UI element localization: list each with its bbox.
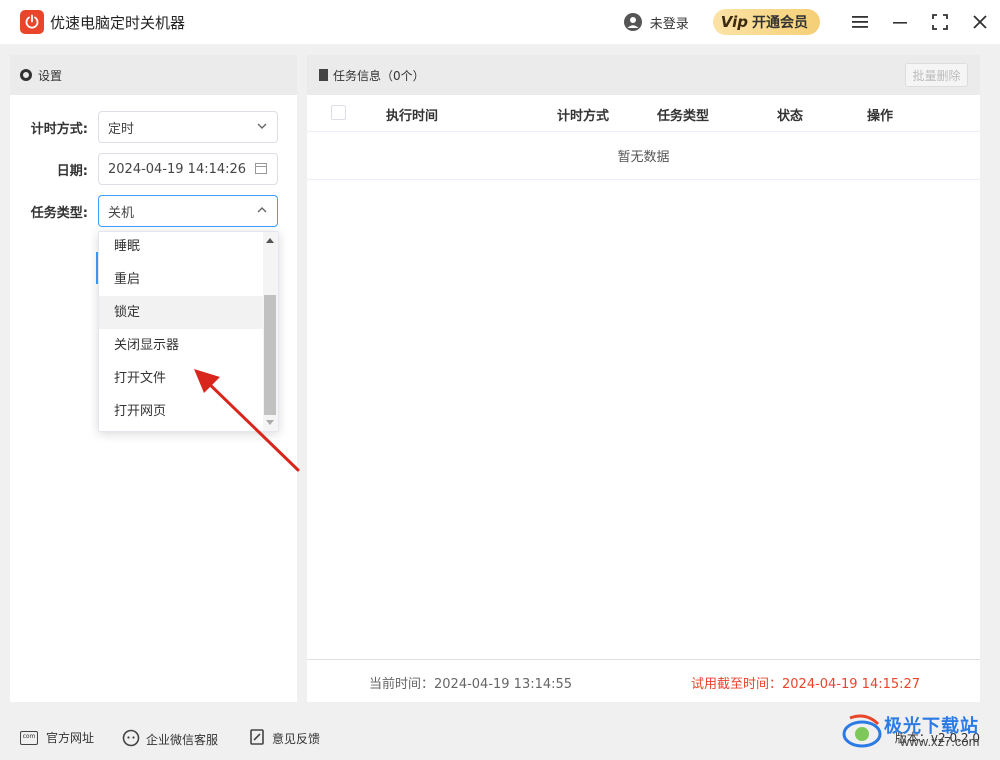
settings-header: 设置 bbox=[10, 55, 297, 95]
trial-expiry: 试用截至时间：2024-04-19 14:15:27 bbox=[691, 677, 921, 692]
watermark-site: www.xz7.com bbox=[900, 734, 980, 749]
feedback-link[interactable]: 意见反馈 bbox=[250, 729, 320, 748]
chevron-up-icon bbox=[257, 204, 267, 218]
scroll-up-icon[interactable] bbox=[266, 238, 274, 243]
task-header: 任务信息（0个） 批量删除 bbox=[307, 55, 980, 95]
col-actions: 操作 bbox=[867, 109, 894, 124]
date-picker[interactable]: 2024-04-19 14:14:26 bbox=[98, 153, 278, 185]
dropdown-option-sleep[interactable]: 睡眠 bbox=[99, 230, 264, 263]
annotation-arrow-icon bbox=[194, 369, 300, 472]
task-title: 任务信息（0个） bbox=[333, 68, 425, 83]
wechat-icon bbox=[122, 729, 140, 750]
user-icon bbox=[623, 13, 642, 31]
vip-label: 开通会员 bbox=[752, 15, 808, 31]
vip-button[interactable]: Vip 开通会员 bbox=[712, 9, 820, 35]
calendar-icon bbox=[255, 162, 267, 177]
website-icon: com bbox=[20, 730, 38, 745]
app-title: 优速电脑定时关机器 bbox=[50, 13, 186, 32]
task-panel: 任务信息（0个） 批量删除 执行时间 计时方式 任务类型 状态 操作 暂无数据 … bbox=[307, 55, 980, 702]
timing-value: 定时 bbox=[108, 121, 135, 137]
dropdown-option-lock[interactable]: 锁定 bbox=[99, 296, 264, 329]
wechat-label: 企业微信客服 bbox=[146, 733, 219, 747]
watermark: 极光下载站 www.xz7.com bbox=[838, 706, 998, 760]
task-footer: 当前时间：2024-04-19 13:14:55 试用截至时间：2024-04-… bbox=[307, 659, 980, 702]
timing-label: 计时方式: bbox=[30, 121, 88, 137]
maximize-icon[interactable] bbox=[920, 0, 960, 44]
wechat-service-link[interactable]: 企业微信客服 bbox=[122, 729, 218, 750]
batch-delete-button[interactable]: 批量删除 bbox=[905, 63, 968, 87]
login-button[interactable]: 未登录 bbox=[623, 13, 689, 32]
task-type-row: 任务类型: 关机 bbox=[10, 195, 297, 227]
date-value: 2024-04-19 14:14:26 bbox=[108, 161, 247, 177]
col-timing-mode: 计时方式 bbox=[557, 109, 610, 124]
col-task-type: 任务类型 bbox=[657, 109, 710, 124]
feedback-label: 意见反馈 bbox=[272, 732, 321, 746]
select-all-checkbox[interactable] bbox=[331, 105, 346, 120]
col-exec-time: 执行时间 bbox=[386, 109, 439, 124]
gear-icon bbox=[20, 69, 32, 81]
timing-row: 计时方式: 定时 bbox=[10, 111, 297, 143]
table-header: 执行时间 计时方式 任务类型 状态 操作 bbox=[307, 95, 980, 132]
col-status: 状态 bbox=[777, 109, 804, 124]
task-type-label: 任务类型: bbox=[30, 205, 88, 221]
empty-state: 暂无数据 bbox=[307, 132, 980, 180]
task-type-select[interactable]: 关机 bbox=[98, 195, 278, 227]
current-time: 当前时间：2024-04-19 13:14:55 bbox=[369, 677, 573, 692]
dropdown-option-restart[interactable]: 重启 bbox=[99, 263, 264, 296]
date-row: 日期: 2024-04-19 14:14:26 bbox=[10, 153, 297, 185]
date-label: 日期: bbox=[56, 163, 88, 179]
vip-icon: Vip bbox=[720, 13, 748, 31]
task-type-value: 关机 bbox=[108, 205, 135, 221]
watermark-logo-icon bbox=[842, 714, 882, 748]
close-icon[interactable] bbox=[960, 0, 1000, 44]
document-icon bbox=[319, 69, 328, 81]
website-label: 官方网址 bbox=[46, 731, 95, 745]
minimize-icon[interactable] bbox=[880, 0, 920, 44]
menu-icon[interactable] bbox=[840, 0, 880, 44]
feedback-icon bbox=[250, 729, 264, 748]
title-bar: 优速电脑定时关机器 未登录 Vip 开通会员 bbox=[0, 0, 1000, 44]
timing-select[interactable]: 定时 bbox=[98, 111, 278, 143]
power-logo-icon bbox=[20, 10, 44, 34]
login-label: 未登录 bbox=[649, 16, 689, 32]
website-link[interactable]: com 官方网址 bbox=[20, 729, 94, 746]
settings-title: 设置 bbox=[38, 68, 63, 83]
chevron-down-icon bbox=[257, 120, 267, 134]
